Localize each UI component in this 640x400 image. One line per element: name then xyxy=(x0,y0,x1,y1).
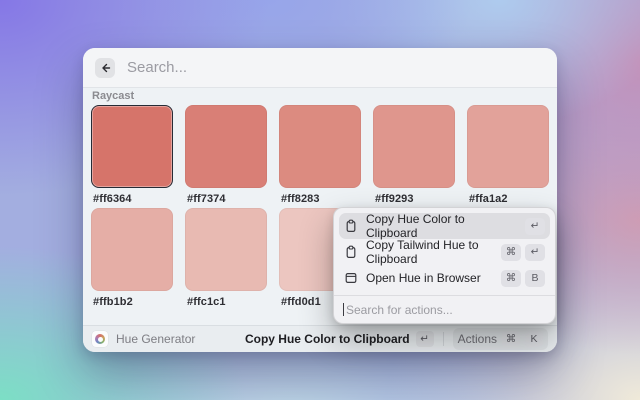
app-name: Hue Generator xyxy=(116,332,195,346)
swatch-hex-label: #ff8283 xyxy=(281,193,361,205)
cmd-key-badge: ⌘ xyxy=(502,331,520,347)
primary-action-label[interactable]: Copy Hue Color to Clipboard xyxy=(245,332,410,346)
menu-item-shortcut: ↵ xyxy=(525,218,545,235)
color-swatch[interactable]: #ff6364 xyxy=(91,105,173,205)
search-bar: Search... xyxy=(83,48,557,88)
menu-item-open-hue-in-browser[interactable]: Open Hue in Browser ⌘ B xyxy=(339,265,550,291)
swatch-hex-label: #ffb1b2 xyxy=(93,296,173,308)
swatch-hex-label: #ff6364 xyxy=(93,193,173,205)
status-bar-divider xyxy=(443,332,444,346)
color-swatch[interactable]: #ffb1b2 xyxy=(91,208,173,308)
k-key-badge: K xyxy=(525,331,543,347)
menu-item-copy-hue-color[interactable]: Copy Hue Color to Clipboard ↵ xyxy=(339,213,550,239)
actions-search-input[interactable]: Search for actions... xyxy=(346,303,453,317)
actions-search-row: Search for actions... xyxy=(339,296,550,323)
swatch-tile[interactable] xyxy=(467,105,549,188)
swatch-tile-selected[interactable] xyxy=(91,105,173,188)
menu-item-shortcut: ⌘ B xyxy=(501,270,545,287)
menu-item-label: Copy Hue Color to Clipboard xyxy=(366,212,517,240)
hue-generator-icon xyxy=(92,331,108,347)
search-input[interactable]: Search... xyxy=(127,59,187,76)
menu-item-label: Copy Tailwind Hue to Clipboard xyxy=(366,238,493,266)
section-label-raycast: Raycast xyxy=(92,90,134,102)
menu-item-copy-tailwind-hue[interactable]: Copy Tailwind Hue to Clipboard ⌘ ↵ xyxy=(339,239,550,265)
swatch-tile[interactable] xyxy=(91,208,173,291)
clipboard-icon xyxy=(344,245,358,259)
menu-item-shortcut: ⌘ ↵ xyxy=(501,244,545,261)
color-swatch[interactable]: #ffc1c1 xyxy=(185,208,267,308)
color-swatch[interactable]: #ff8283 xyxy=(279,105,361,205)
browser-window-icon xyxy=(344,271,358,285)
enter-key-badge: ↵ xyxy=(416,331,434,347)
text-caret xyxy=(343,303,344,316)
back-arrow-icon xyxy=(99,62,111,74)
enter-key-badge: ↵ xyxy=(525,244,545,261)
enter-key-badge: ↵ xyxy=(525,218,545,235)
color-swatch[interactable]: #ff7374 xyxy=(185,105,267,205)
menu-item-label: Open Hue in Browser xyxy=(366,271,481,285)
actions-menu: Copy Hue Color to Clipboard ↵ Copy Tailw… xyxy=(333,207,556,324)
swatch-hex-label: #ffc1c1 xyxy=(187,296,267,308)
status-bar: Hue Generator Copy Hue Color to Clipboar… xyxy=(83,325,557,352)
clipboard-icon xyxy=(344,219,358,233)
status-bar-right: Copy Hue Color to Clipboard ↵ Actions ⌘ … xyxy=(245,328,548,350)
back-button[interactable] xyxy=(95,58,115,78)
swatch-hex-label: #ff9293 xyxy=(375,193,455,205)
desktop-background: Search... Raycast #ff6364 #ff7374 #ff828… xyxy=(0,0,640,400)
hue-ring-icon xyxy=(95,334,105,344)
b-key-badge: B xyxy=(525,270,545,287)
swatch-hex-label: #ff7374 xyxy=(187,193,267,205)
swatch-tile[interactable] xyxy=(185,105,267,188)
swatch-tile[interactable] xyxy=(373,105,455,188)
actions-button[interactable]: Actions ⌘ K xyxy=(453,328,548,350)
color-swatch[interactable]: #ff9293 xyxy=(373,105,455,205)
swatch-hex-label: #ffa1a2 xyxy=(469,193,549,205)
actions-label: Actions xyxy=(458,332,497,346)
swatch-tile[interactable] xyxy=(185,208,267,291)
swatch-tile[interactable] xyxy=(279,105,361,188)
cmd-key-badge: ⌘ xyxy=(501,244,521,261)
color-swatch[interactable]: #ffa1a2 xyxy=(467,105,549,205)
cmd-key-badge: ⌘ xyxy=(501,270,521,287)
